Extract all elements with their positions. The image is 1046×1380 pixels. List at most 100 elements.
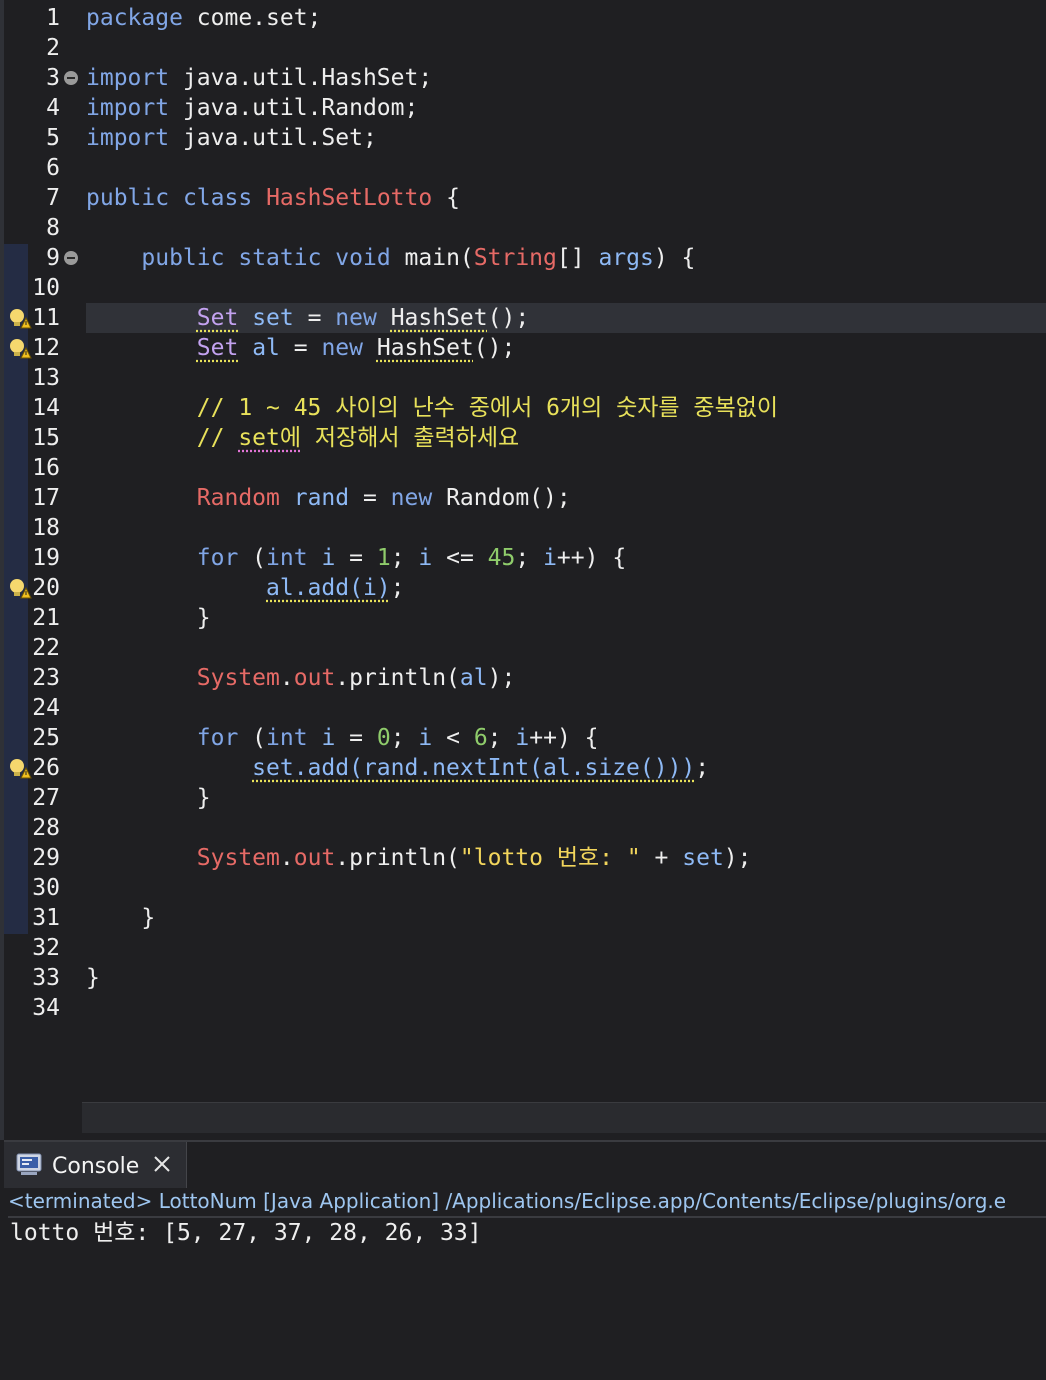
- statement: al.add(i): [266, 575, 391, 601]
- line-number: 5: [46, 125, 60, 151]
- punct: );: [723, 845, 752, 871]
- operator: =: [335, 725, 377, 751]
- operator: =: [335, 545, 377, 571]
- punct: ();: [487, 305, 530, 331]
- statement: set.add(rand.nextInt(al.size())): [252, 755, 696, 781]
- code-line: Set al = new HashSet();: [86, 333, 1046, 363]
- warning-icon[interactable]: [8, 576, 32, 600]
- variable: i: [515, 725, 530, 751]
- operator: =: [349, 485, 391, 511]
- method-call: .println(: [335, 665, 460, 691]
- console-tab-bar: Console: [4, 1142, 1046, 1188]
- param-name: args: [598, 245, 654, 271]
- operator: =: [293, 305, 336, 331]
- warning-icon[interactable]: [8, 306, 32, 330]
- code-line: // 1 ~ 45 사이의 난수 중에서 6개의 숫자를 중복없이: [86, 393, 1046, 423]
- field: out: [293, 845, 336, 871]
- warning-icon[interactable]: [8, 336, 32, 360]
- line-number: 18: [32, 515, 60, 541]
- punct: (: [238, 545, 267, 571]
- class-ref: Random: [446, 485, 530, 511]
- variable: i: [543, 545, 557, 571]
- console-icon: [16, 1153, 42, 1175]
- line-number: 27: [32, 785, 60, 811]
- keyword: import: [86, 95, 170, 121]
- punct: ();: [529, 485, 571, 511]
- console-output: lotto 번호: [5, 27, 37, 28, 26, 33]: [10, 1220, 482, 1246]
- line-number: 15: [32, 425, 60, 451]
- console-process-status: <terminated> LottoNum [Java Application]…: [8, 1186, 1046, 1218]
- package-name: come.set;: [182, 5, 322, 31]
- tab-label: Console: [52, 1154, 140, 1179]
- type-name: Set: [196, 305, 239, 331]
- variable: set: [682, 845, 724, 871]
- import-path: java.util.Random;: [169, 95, 419, 121]
- code-line: }: [86, 783, 1046, 813]
- variable: i: [418, 545, 433, 571]
- tab-console[interactable]: Console: [4, 1142, 187, 1188]
- variable: set: [252, 305, 294, 331]
- keyword: void: [335, 245, 391, 271]
- punct: (: [238, 725, 267, 751]
- close-icon[interactable]: [152, 1154, 172, 1174]
- code-line: }: [86, 903, 1046, 933]
- punct: .: [279, 845, 294, 871]
- keyword: public: [86, 185, 170, 211]
- number: 45: [487, 545, 516, 571]
- code-line: for (int i = 1; i <= 45; i++) {: [86, 543, 1046, 573]
- code-line: al.add(i);: [86, 573, 1046, 603]
- horizontal-scrollbar[interactable]: [82, 1102, 1046, 1133]
- punct: ;: [390, 575, 405, 601]
- code-line: }: [86, 603, 1046, 633]
- class-name: HashSetLotto: [266, 185, 433, 211]
- variable: i: [321, 725, 336, 751]
- line-number: 14: [32, 395, 60, 421]
- console-panel: Console <terminated> LottoNum [Java Appl…: [4, 1140, 1046, 1380]
- line-number: 6: [46, 155, 60, 181]
- comment: // 1 ~ 45 사이의 난수 중에서 6개의 숫자를 중복없이: [196, 395, 779, 421]
- type-name: String: [473, 245, 557, 271]
- field: out: [293, 665, 336, 691]
- code-line: }: [86, 963, 1046, 993]
- class-ref: HashSet: [390, 305, 488, 331]
- warning-icon[interactable]: [8, 756, 32, 780]
- operator: =: [279, 335, 322, 361]
- punct: ;: [390, 545, 419, 571]
- number: 1: [376, 545, 391, 571]
- keyword: for: [196, 545, 239, 571]
- brace: }: [86, 965, 100, 991]
- punct: ) {: [556, 725, 599, 751]
- code-editor[interactable]: 1 2 3 4 5 6 7 8 9 10 11 12 13 14 15 16 1…: [0, 0, 1046, 1140]
- method-name: main(: [404, 245, 474, 271]
- line-number: 3: [46, 65, 60, 91]
- punct: ) {: [653, 245, 696, 271]
- line-number: 22: [32, 635, 60, 661]
- number: 6: [473, 725, 488, 751]
- code-line: set.add(rand.nextInt(al.size()));: [86, 753, 1046, 783]
- line-number: 7: [46, 185, 60, 211]
- line-number: 21: [32, 605, 60, 631]
- line-number: 28: [32, 815, 60, 841]
- punct: ;: [487, 725, 516, 751]
- keyword: new: [335, 305, 377, 331]
- code-line: import java.util.HashSet;: [86, 63, 1046, 93]
- keyword: public: [141, 245, 225, 271]
- comment: //: [196, 425, 239, 451]
- punct: ();: [473, 335, 516, 361]
- fold-collapse-icon[interactable]: [64, 251, 78, 265]
- code-line: // set에 저장해서 출력하세요: [86, 423, 1046, 453]
- type-name: Random: [196, 485, 280, 511]
- line-number: 31: [32, 905, 60, 931]
- brace: {: [432, 185, 460, 211]
- line-number: 13: [32, 365, 60, 391]
- variable: rand: [293, 485, 350, 511]
- keyword: new: [390, 485, 433, 511]
- line-number: 8: [46, 215, 60, 241]
- method-call: .println(: [335, 845, 460, 871]
- line-number: 19: [32, 545, 60, 571]
- fold-collapse-icon[interactable]: [64, 71, 78, 85]
- line-number: 1: [46, 5, 60, 31]
- operator: <: [432, 725, 474, 751]
- keyword: static: [238, 245, 322, 271]
- line-number: 10: [32, 275, 60, 301]
